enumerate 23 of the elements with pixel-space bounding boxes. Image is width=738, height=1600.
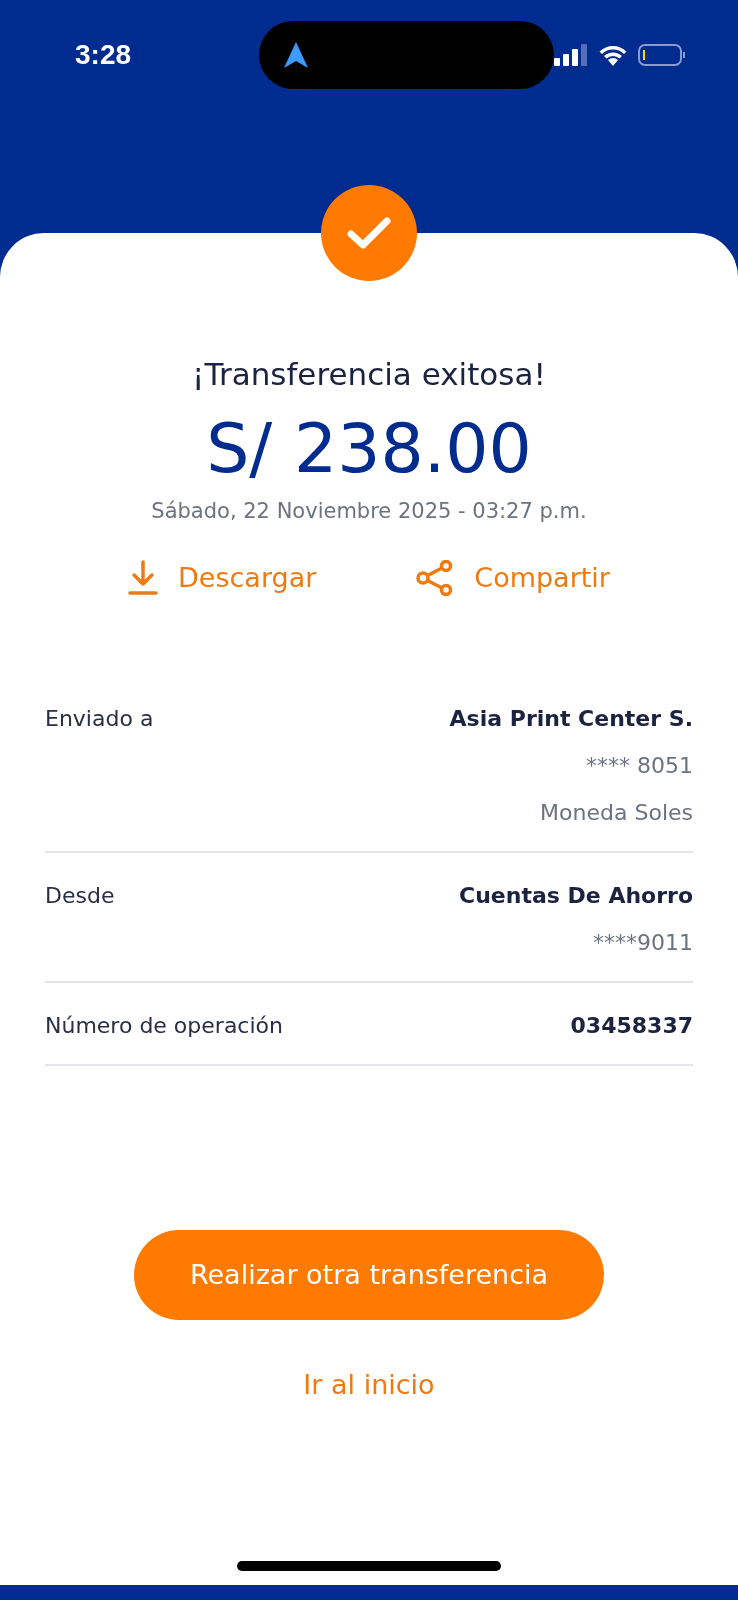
home-link[interactable]: Ir al inicio: [297, 1364, 441, 1407]
transfer-date: Sábado, 22 Noviembre 2025 - 03:27 p.m.: [151, 498, 587, 526]
detail-label: Número de operación: [45, 1012, 283, 1041]
signal-icon: [554, 43, 588, 67]
download-icon: [128, 560, 159, 597]
battery-icon: [638, 43, 686, 67]
detail-label: Enviado a: [45, 705, 154, 734]
detail-value: Moneda Soles: [540, 799, 693, 828]
detail-label: Desde: [45, 882, 115, 911]
detail-value: ****9011: [593, 929, 693, 958]
amount: S/ 238.00: [206, 411, 532, 487]
download-button[interactable]: Descargar: [128, 557, 317, 599]
status-time: 3:28: [75, 38, 133, 72]
share-button[interactable]: Compartir: [416, 557, 610, 599]
detail-value: **** 8051: [586, 752, 693, 781]
detail-value: 03458337: [570, 1012, 693, 1041]
success-title: ¡Transferencia exitosa!: [192, 355, 546, 394]
wifi-icon: [598, 43, 628, 67]
share-icon: [416, 560, 455, 597]
new-transfer-button[interactable]: Realizar otra transferencia: [134, 1230, 604, 1321]
detail-value: Asia Print Center S.: [449, 705, 693, 734]
navigation-arrow-icon: [283, 41, 310, 69]
detail-value: Cuentas De Ahorro: [459, 882, 693, 911]
